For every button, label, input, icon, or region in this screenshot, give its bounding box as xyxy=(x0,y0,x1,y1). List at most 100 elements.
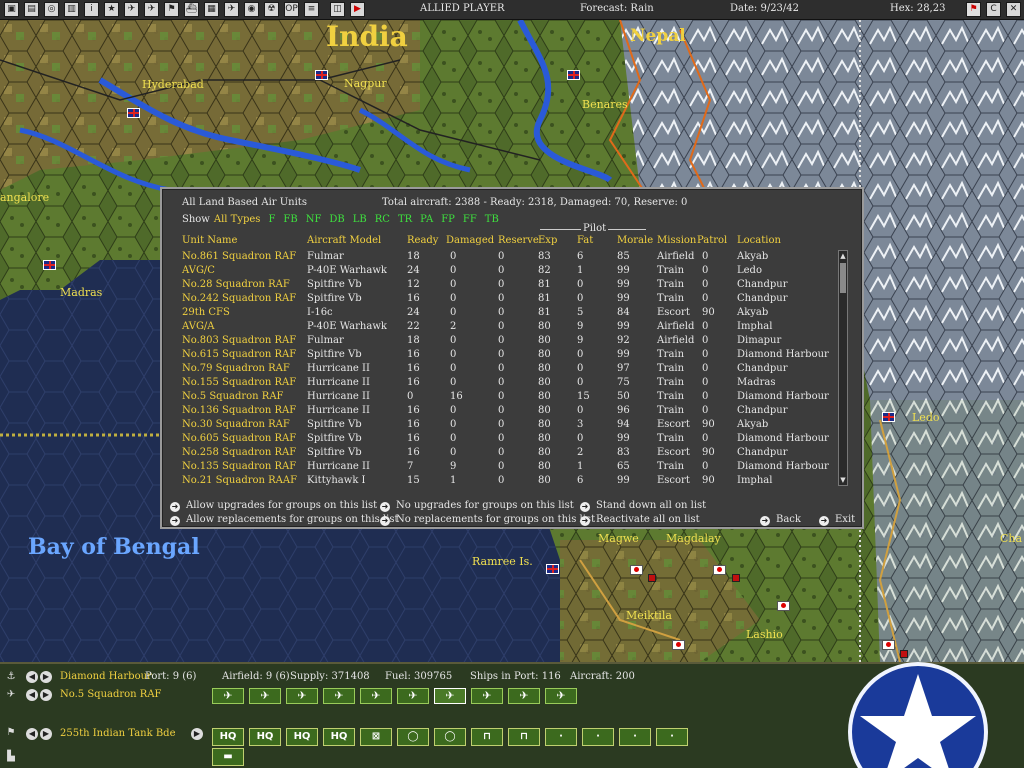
japan-flag-icon[interactable] xyxy=(672,640,685,650)
next-base-button[interactable]: ▶ xyxy=(40,671,52,683)
col-unit-name[interactable]: Unit Name xyxy=(182,235,237,246)
c-button[interactable]: C xyxy=(986,2,1001,17)
japan-flag-icon[interactable] xyxy=(630,565,643,575)
cell-unit-name[interactable]: No.30 Squadron RAF xyxy=(182,418,290,432)
table-row[interactable]: No.5 Squadron RAF Hurricane II 0 16 0 80 15 50 T… xyxy=(162,390,842,404)
aircraft-type-button[interactable]: ✈ xyxy=(286,688,318,704)
japan-flag-icon[interactable] xyxy=(777,601,790,611)
layout-icon[interactable]: ▣ xyxy=(4,2,19,17)
land-unit-type-button[interactable]: ◯ xyxy=(397,728,429,746)
japan-flag-icon[interactable] xyxy=(713,565,726,575)
op-icon[interactable]: OP xyxy=(284,2,299,17)
table-row[interactable]: No.861 Squadron RAF Fulmar 18 0 0 83 6 85 Airfie… xyxy=(162,250,842,264)
cell-unit-name[interactable]: No.28 Squadron RAF xyxy=(182,278,290,292)
allow-replacements-button[interactable]: ➜ Allow replacements for groups on this l… xyxy=(170,514,399,526)
aircraft-type-button[interactable]: ✈ xyxy=(397,688,429,704)
filter-all-types[interactable]: All Types xyxy=(214,214,261,225)
filter-fp[interactable]: FP xyxy=(441,214,455,225)
flag-button[interactable]: ⚑ xyxy=(966,2,981,17)
land-unit-type-button[interactable]: ⊠ xyxy=(360,728,392,746)
enemy-base-icon[interactable] xyxy=(900,650,908,658)
aircraft-type-button[interactable]: ✈ xyxy=(323,688,355,704)
uk-flag-icon[interactable] xyxy=(43,260,56,270)
land-unit-detail-button[interactable]: ▶ xyxy=(191,728,203,740)
tank-unit-button[interactable]: ▬ xyxy=(212,748,244,766)
base-name[interactable]: Diamond Harbour xyxy=(60,671,152,682)
land-unit-type-button[interactable]: HQ xyxy=(249,728,281,746)
unit-list-icon[interactable]: ▙ xyxy=(4,750,18,764)
uk-flag-icon[interactable] xyxy=(315,70,328,80)
enemy-base-icon[interactable] xyxy=(648,574,656,582)
cell-unit-name[interactable]: AVG/A xyxy=(182,320,215,334)
japan-flag-icon[interactable] xyxy=(882,640,895,650)
aircraft-type-button[interactable]: ✈ xyxy=(471,688,503,704)
table-row[interactable]: No.242 Squadron RAF Spitfire Vb 16 0 0 81 0 99 T… xyxy=(162,292,842,306)
target-icon[interactable]: ◎ xyxy=(44,2,59,17)
land-unit-type-button[interactable]: · xyxy=(619,728,651,746)
filter-ff[interactable]: FF xyxy=(463,214,477,225)
filter-rc[interactable]: RC xyxy=(375,214,390,225)
filter-tr[interactable]: TR xyxy=(398,214,412,225)
col-fat[interactable]: Fat xyxy=(577,235,593,246)
radar-icon[interactable]: ☢ xyxy=(264,2,279,17)
list-icon[interactable]: ≡ xyxy=(304,2,319,17)
col-aircraft-model[interactable]: Aircraft Model xyxy=(307,235,381,246)
table-row[interactable]: No.21 Squadron RAAF Kittyhawk I 15 1 0 80 6 99 E… xyxy=(162,474,842,488)
prev-base-button[interactable]: ◀ xyxy=(26,671,38,683)
uk-flag-icon[interactable] xyxy=(546,564,559,574)
land-unit-type-button[interactable]: ⊓ xyxy=(508,728,540,746)
table-row[interactable]: No.30 Squadron RAF Spitfire Vb 16 0 0 80 3 94 Es… xyxy=(162,418,842,432)
filter-f[interactable]: F xyxy=(268,214,275,225)
scroll-up-icon[interactable]: ▲ xyxy=(839,251,847,261)
airfield-icon[interactable]: ✈ xyxy=(224,2,239,17)
end-turn-icon[interactable]: ▶ xyxy=(350,2,365,17)
cell-unit-name[interactable]: No.79 Squadron RAF xyxy=(182,362,290,376)
land-unit-name[interactable]: 255th Indian Tank Bde xyxy=(60,728,176,739)
cell-unit-name[interactable]: No.136 Squadron RAF xyxy=(182,404,296,418)
land-unit-type-button[interactable]: · xyxy=(656,728,688,746)
cell-unit-name[interactable]: 29th CFS xyxy=(182,306,230,320)
document-icon[interactable]: ▤ xyxy=(24,2,39,17)
uk-flag-icon[interactable] xyxy=(567,70,580,80)
aircraft-type-button[interactable]: ✈ xyxy=(360,688,392,704)
filter-db[interactable]: DB xyxy=(329,214,344,225)
uk-flag-icon[interactable] xyxy=(882,412,895,422)
table-row[interactable]: 29th CFS I-16c 24 0 0 81 5 84 Escort 90 Akyab xyxy=(162,306,842,320)
col-reserve[interactable]: Reserve xyxy=(498,235,539,246)
filter-pa[interactable]: PA xyxy=(420,214,433,225)
back-button[interactable]: ➜ Back xyxy=(760,514,801,526)
report-icon[interactable]: ▥ xyxy=(64,2,79,17)
table-row[interactable]: AVG/C P-40E Warhawk 24 0 0 82 1 99 Train 0 Ledo xyxy=(162,264,842,278)
table-row[interactable]: No.258 Squadron RAF Spitfire Vb 16 0 0 80 2 83 E… xyxy=(162,446,842,460)
allow-upgrades-button[interactable]: ➜ Allow upgrades for groups on this list xyxy=(170,500,377,512)
cell-unit-name[interactable]: No.258 Squadron RAF xyxy=(182,446,296,460)
prev-land-unit-button[interactable]: ◀ xyxy=(26,728,38,740)
col-patrol[interactable]: Patrol xyxy=(697,235,727,246)
land-unit-type-button[interactable]: · xyxy=(582,728,614,746)
enemy-base-icon[interactable] xyxy=(732,574,740,582)
ship-icon[interactable]: ✈ xyxy=(124,2,139,17)
map-icon[interactable]: ▦ xyxy=(204,2,219,17)
land-unit-type-button[interactable]: ◯ xyxy=(434,728,466,746)
table-row[interactable]: No.615 Squadron RAF Spitfire Vb 16 0 0 80 0 99 T… xyxy=(162,348,842,362)
cell-unit-name[interactable]: No.5 Squadron RAF xyxy=(182,390,283,404)
table-scrollbar[interactable]: ▲ ▼ xyxy=(838,250,848,486)
table-row[interactable]: No.135 Squadron RAF Hurricane II 7 9 0 80 1 65 T… xyxy=(162,460,842,474)
flag-icon[interactable]: ⚑ xyxy=(164,2,179,17)
table-row[interactable]: No.136 Squadron RAF Hurricane II 16 0 0 80 0 96… xyxy=(162,404,842,418)
no-replacements-button[interactable]: ➜ No replacements for groups on this list xyxy=(380,514,595,526)
table-row[interactable]: No.605 Squadron RAF Spitfire Vb 16 0 0 80 0 99 T… xyxy=(162,432,842,446)
col-morale[interactable]: Morale xyxy=(617,235,653,246)
cell-unit-name[interactable]: No.155 Squadron RAF xyxy=(182,376,296,390)
land-unit-type-button[interactable]: HQ xyxy=(212,728,244,746)
cell-unit-name[interactable]: No.21 Squadron RAAF xyxy=(182,474,297,488)
no-upgrades-button[interactable]: ➜ No upgrades for groups on this list xyxy=(380,500,574,512)
cell-unit-name[interactable]: No.803 Squadron RAF xyxy=(182,334,296,348)
filter-lb[interactable]: LB xyxy=(353,214,367,225)
cell-unit-name[interactable]: No.615 Squadron RAF xyxy=(182,348,296,362)
aircraft-type-button[interactable]: ✈ xyxy=(545,688,577,704)
filter-fb[interactable]: FB xyxy=(283,214,297,225)
warship-icon[interactable]: ⛴ xyxy=(184,2,199,17)
col-mission[interactable]: Mission xyxy=(657,235,696,246)
camera-icon[interactable]: ◫ xyxy=(330,2,345,17)
